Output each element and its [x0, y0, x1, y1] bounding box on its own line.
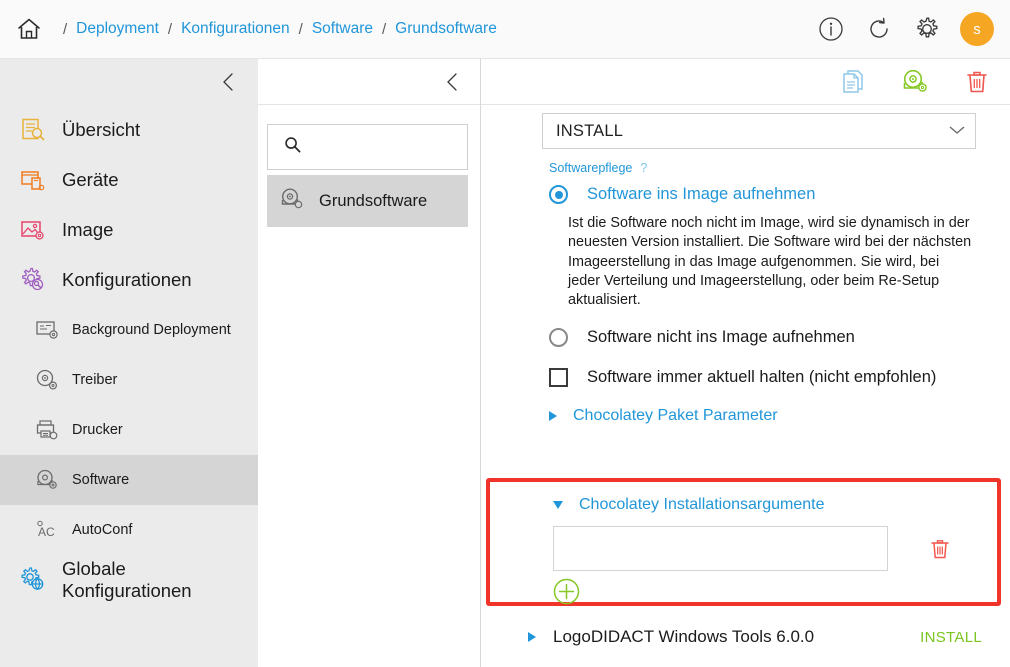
- list-item-grundsoftware[interactable]: Grundsoftware: [267, 175, 468, 227]
- checkbox-icon: [549, 368, 568, 388]
- sidebar-item-label: Globale Konfigurationen: [62, 558, 192, 601]
- triangle-right-icon: [549, 411, 557, 422]
- sidebar-item-geraete[interactable]: Geräte: [0, 155, 258, 205]
- breadcrumb-separator: /: [63, 20, 68, 38]
- chevron-left-icon: [447, 72, 457, 91]
- detail-toolbar: [481, 59, 1010, 105]
- disclosure-chocolatey-paket-parameter[interactable]: Chocolatey Paket Parameter: [549, 407, 996, 425]
- software-disc-icon: [279, 186, 305, 217]
- radio-software-ins-image-aufnehmen[interactable]: Software ins Image aufnehmen: [549, 185, 996, 204]
- svg-text:AC: AC: [38, 525, 55, 539]
- gear-icon[interactable]: [912, 14, 942, 44]
- delete-trash-icon[interactable]: [960, 65, 994, 99]
- overview-icon: [14, 115, 52, 145]
- disclosure-label: Chocolatey Paket Parameter: [573, 407, 778, 425]
- top-bar: / Deployment / Konfigurationen / Softwar…: [0, 0, 1010, 59]
- sidebar-item-drucker[interactable]: Drucker: [0, 405, 258, 455]
- search-input[interactable]: [310, 139, 460, 155]
- sidebar-item-label: Geräte: [62, 169, 119, 190]
- sidebar-item-image[interactable]: Image: [0, 205, 258, 255]
- sidebar-item-software[interactable]: Software: [0, 455, 258, 505]
- software-icon: [30, 465, 64, 495]
- action-select-value: INSTALL: [556, 121, 624, 140]
- sidebar-item-globale-konfigurationen[interactable]: Globale Konfigurationen: [0, 555, 258, 605]
- breadcrumb-separator: /: [167, 20, 173, 38]
- option-label: Software ins Image aufnehmen: [587, 185, 816, 203]
- breadcrumb-separator: /: [382, 20, 387, 38]
- home-icon[interactable]: [10, 10, 48, 48]
- search-icon: [284, 136, 301, 158]
- software-disc-icon[interactable]: [898, 65, 932, 99]
- chevron-left-icon: [223, 73, 233, 91]
- sidebar-item-label: Treiber: [72, 372, 118, 388]
- sidebar-item-label: Software: [72, 472, 130, 488]
- sidebar-item-background-deployment[interactable]: Background Deployment: [0, 305, 258, 355]
- option-description: Ist die Software noch nicht im Image, wi…: [568, 215, 972, 309]
- package-row[interactable]: LogoDIDACT Windows Tools 6.0.0 INSTALL: [528, 627, 982, 647]
- configurations-icon: [14, 265, 52, 295]
- list-item-label: Grundsoftware: [319, 191, 428, 210]
- driver-icon: [30, 365, 64, 395]
- radio-software-nicht-ins-image-aufnehmen[interactable]: Software nicht ins Image aufnehmen: [549, 328, 996, 348]
- sidebar-item-label: Image: [62, 219, 114, 240]
- breadcrumb-item-konfigurationen[interactable]: Konfigurationen: [181, 20, 290, 38]
- sidebar-item-label: Übersicht: [62, 119, 141, 140]
- chevron-down-icon: [949, 122, 965, 140]
- app-root: / Deployment / Konfigurationen / Softwar…: [0, 0, 1010, 667]
- breadcrumb: / Deployment / Konfigurationen / Softwar…: [54, 20, 497, 38]
- background-deployment-icon: [30, 315, 64, 345]
- highlight-box-chocolatey-installationsargumente: Chocolatey Installationsargumente: [486, 478, 1001, 606]
- sidebar-item-autoconf[interactable]: AC AutoConf: [0, 505, 258, 555]
- autoconf-icon: AC: [30, 515, 64, 545]
- radio-button-icon: [549, 328, 568, 348]
- sidebar-item-label: Background Deployment: [72, 322, 231, 338]
- option-label: Software nicht ins Image aufnehmen: [587, 328, 855, 347]
- list-panel: Grundsoftware: [258, 59, 481, 667]
- disclosure-label: Chocolatey Installationsargumente: [579, 496, 825, 513]
- top-bar-actions: s: [816, 12, 994, 46]
- breadcrumb-item-grundsoftware[interactable]: Grundsoftware: [395, 20, 497, 38]
- list-panel-collapse-button[interactable]: [258, 59, 480, 105]
- detail-body: INSTALL Softwarepflege ? Software ins Im…: [481, 113, 1010, 647]
- sidebar: Übersicht Geräte Image Konfigurationen B: [0, 59, 258, 667]
- detail-toolbar-actions: [836, 65, 994, 99]
- avatar[interactable]: s: [960, 12, 994, 46]
- devices-icon: [14, 165, 52, 195]
- status-badge: INSTALL: [920, 628, 982, 646]
- checkbox-software-immer-aktuell-halten[interactable]: Software immer aktuell halten (nicht emp…: [549, 368, 996, 388]
- argument-row: [553, 526, 997, 571]
- help-icon[interactable]: ?: [640, 161, 647, 175]
- triangle-right-icon: [528, 632, 536, 643]
- sidebar-item-uebersicht[interactable]: Übersicht: [0, 105, 258, 155]
- disclosure-chocolatey-installationsargumente[interactable]: Chocolatey Installationsargumente: [553, 496, 997, 514]
- global-configurations-icon: [14, 565, 52, 595]
- field-label-text: Softwarepflege: [549, 161, 633, 175]
- image-icon: [14, 215, 52, 245]
- refresh-icon[interactable]: [864, 14, 894, 44]
- sidebar-item-label: AutoConf: [72, 522, 133, 538]
- breadcrumb-separator: /: [298, 20, 303, 38]
- duplicate-document-icon[interactable]: [836, 65, 870, 99]
- sidebar-collapse-button[interactable]: [0, 59, 258, 105]
- delete-trash-icon[interactable]: [926, 535, 954, 563]
- breadcrumb-item-deployment[interactable]: Deployment: [76, 20, 159, 38]
- radio-button-icon: [549, 185, 568, 204]
- sidebar-item-label: Konfigurationen: [62, 269, 192, 290]
- package-name: LogoDIDACT Windows Tools 6.0.0: [553, 627, 815, 647]
- breadcrumb-item-software[interactable]: Software: [312, 20, 373, 38]
- option-label: Software immer aktuell halten (nicht emp…: [587, 368, 937, 387]
- sidebar-item-label: Drucker: [72, 422, 123, 438]
- add-circle-icon[interactable]: [553, 578, 580, 605]
- argument-input[interactable]: [553, 526, 888, 571]
- printer-icon: [30, 415, 64, 445]
- field-label-softwarepflege: Softwarepflege ?: [549, 161, 996, 175]
- action-select[interactable]: INSTALL: [542, 113, 976, 149]
- sidebar-item-konfigurationen[interactable]: Konfigurationen: [0, 255, 258, 305]
- detail-panel: INSTALL Softwarepflege ? Software ins Im…: [481, 59, 1010, 667]
- sidebar-item-treiber[interactable]: Treiber: [0, 355, 258, 405]
- triangle-down-icon: [553, 501, 563, 509]
- info-icon[interactable]: [816, 14, 846, 44]
- search-box[interactable]: [267, 124, 468, 170]
